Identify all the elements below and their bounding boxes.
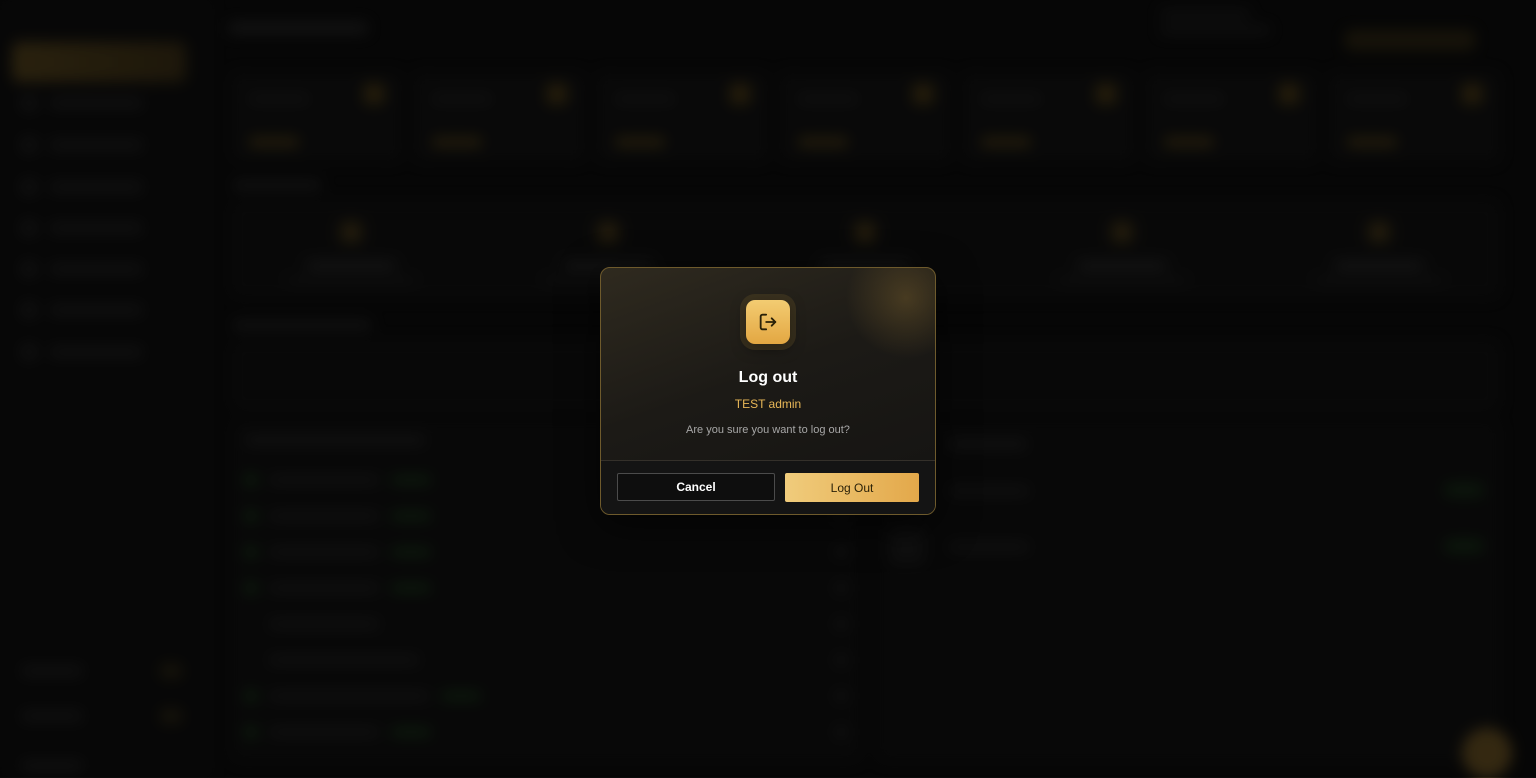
- modal-body: Log out TEST admin Are you sure you want…: [601, 268, 935, 460]
- logout-icon-badge: [746, 300, 790, 344]
- cancel-button[interactable]: Cancel: [617, 473, 775, 501]
- confirmation-message: Are you sure you want to log out?: [686, 424, 850, 436]
- logout-modal: Log out TEST admin Are you sure you want…: [600, 267, 936, 515]
- modal-footer: Cancel Log Out: [601, 461, 935, 514]
- log-out-button[interactable]: Log Out: [785, 473, 919, 502]
- user-name: TEST admin: [734, 397, 802, 411]
- modal-title: Log out: [738, 369, 798, 386]
- logout-icon: [759, 313, 777, 331]
